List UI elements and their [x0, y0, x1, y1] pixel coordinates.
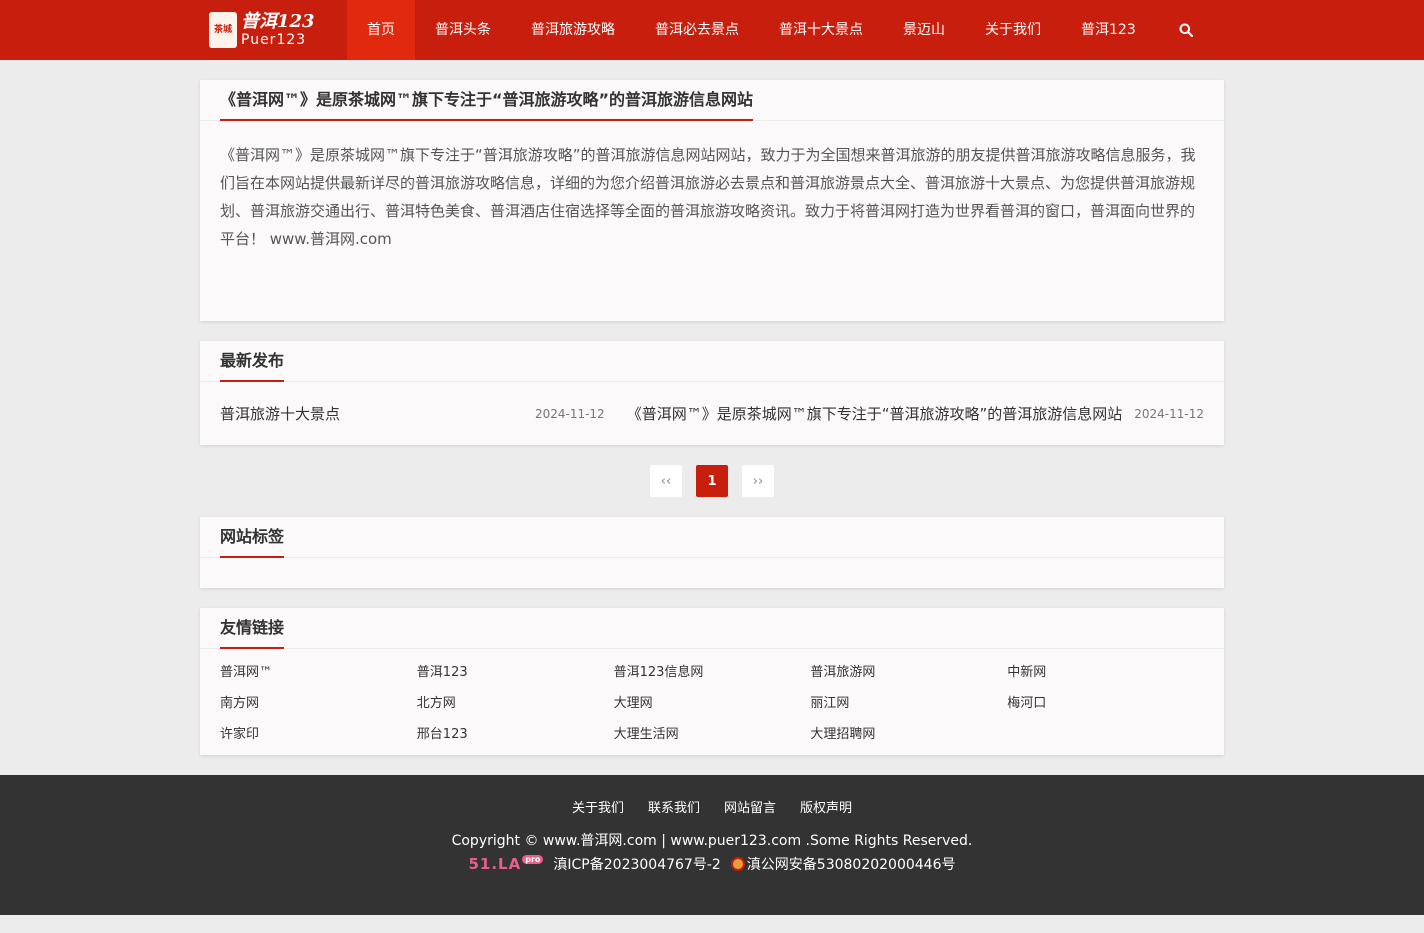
friend-link[interactable]: 丽江网 — [810, 694, 1007, 714]
friend-link[interactable]: 南方网 — [220, 694, 417, 714]
site-logo[interactable]: 茶城 普洱123 Puer123 — [209, 0, 339, 60]
intro-card: 《普洱网™》是原茶城网™旗下专注于“普洱旅游攻略”的普洱旅游信息网站 《普洱网™… — [200, 80, 1224, 321]
friend-link[interactable]: 普洱123信息网 — [614, 663, 811, 683]
tags-card: 网站标签 — [200, 517, 1224, 588]
stats-badge-icon[interactable]: 51.LA pro — [468, 854, 544, 873]
police-record-text: 滇公网安备53080202000446号 — [746, 857, 956, 873]
footer-link-about[interactable]: 关于我们 — [572, 797, 624, 816]
main-content: 《普洱网™》是原茶城网™旗下专注于“普洱旅游攻略”的普洱旅游信息网站 《普洱网™… — [200, 80, 1224, 755]
latest-item-date: 2024-11-12 — [534, 406, 605, 421]
friend-link[interactable]: 北方网 — [417, 694, 614, 714]
police-record-link[interactable]: 滇公网安备53080202000446号 — [730, 854, 956, 874]
friend-link[interactable]: 普洱旅游网 — [810, 663, 1007, 683]
icp-link[interactable]: 滇ICP备2023004767号-2 — [553, 854, 720, 874]
friend-link[interactable]: 邢台123 — [417, 725, 614, 745]
site-footer: 关于我们 联系我们 网站留言 版权声明 Copyright © www.普洱网.… — [0, 775, 1424, 915]
nav-item-travel-guide[interactable]: 普洱旅游攻略 — [511, 0, 635, 60]
intro-title[interactable]: 《普洱网™》是原茶城网™旗下专注于“普洱旅游攻略”的普洱旅游信息网站 — [220, 80, 754, 121]
tags-title: 网站标签 — [220, 517, 285, 558]
footer-link-contact[interactable]: 联系我们 — [648, 797, 700, 816]
beian-row: 51.LA pro 滇ICP备2023004767号-2 滇公网安备5308020… — [0, 854, 1424, 874]
latest-title: 最新发布 — [220, 341, 285, 382]
intro-body: 《普洱网™》是原茶城网™旗下专注于“普洱旅游攻略”的普洱旅游信息网站网站，致力于… — [220, 146, 1196, 248]
next-page-button[interactable]: ›› — [742, 465, 774, 497]
nav-item-top-ten[interactable]: 普洱十大景点 — [759, 0, 883, 60]
friend-link[interactable]: 梅河口 — [1007, 694, 1204, 714]
latest-item-title[interactable]: 《普洱网™》是原茶城网™旗下专注于“普洱旅游攻略”的普洱旅游信息网站 — [627, 403, 1123, 424]
friend-link[interactable]: 中新网 — [1007, 663, 1204, 683]
nav-item-about[interactable]: 关于我们 — [965, 0, 1061, 60]
nav-item-puer123[interactable]: 普洱123 — [1061, 0, 1156, 60]
search-icon[interactable] — [1156, 0, 1216, 60]
current-page-button[interactable]: 1 — [696, 465, 728, 497]
site-header: 茶城 普洱123 Puer123 首页 普洱头条 普洱旅游攻略 普洱必去景点 普… — [0, 0, 1424, 60]
prev-page-button[interactable]: ‹‹ — [650, 465, 682, 497]
nav-item-jingmai[interactable]: 景迈山 — [883, 0, 965, 60]
links-title: 友情链接 — [220, 608, 285, 649]
friend-link[interactable]: 大理生活网 — [614, 725, 811, 745]
latest-list: 普洱旅游十大景点 2024-11-12 《普洱网™》是原茶城网™旗下专注于“普洱… — [200, 382, 1224, 445]
list-item[interactable]: 普洱旅游十大景点 2024-11-12 — [220, 403, 605, 424]
friend-link[interactable]: 许家印 — [220, 725, 417, 745]
footer-link-copyright[interactable]: 版权声明 — [800, 797, 852, 816]
list-item[interactable]: 《普洱网™》是原茶城网™旗下专注于“普洱旅游攻略”的普洱旅游信息网站 2024-… — [627, 403, 1204, 424]
friend-link[interactable]: 大理网 — [614, 694, 811, 714]
copyright-text: Copyright © www.普洱网.com | www.puer123.co… — [451, 833, 973, 849]
pagination: ‹‹ 1 ›› — [200, 465, 1224, 497]
latest-item-date: 2024-11-12 — [1134, 406, 1204, 421]
nav-item-must-see[interactable]: 普洱必去景点 — [635, 0, 759, 60]
logo-subtitle: Puer123 — [241, 32, 307, 48]
friend-link[interactable]: 普洱123 — [417, 663, 614, 683]
logo-title: 普洱123 — [241, 11, 315, 32]
nav-item-home[interactable]: 首页 — [347, 0, 415, 60]
latest-card: 最新发布 普洱旅游十大景点 2024-11-12 《普洱网™》是原茶城网™旗下专… — [200, 341, 1224, 445]
police-badge-icon — [730, 857, 745, 871]
friend-link[interactable]: 普洱网™ — [220, 663, 417, 683]
main-nav: 首页 普洱头条 普洱旅游攻略 普洱必去景点 普洱十大景点 景迈山 关于我们 普洱… — [347, 0, 1156, 60]
links-card: 友情链接 普洱网™ 普洱123 普洱123信息网 普洱旅游网 中新网 南方网 北… — [200, 608, 1224, 755]
logo-seal-icon: 茶城 — [209, 12, 237, 48]
friend-links: 普洱网™ 普洱123 普洱123信息网 普洱旅游网 中新网 南方网 北方网 大理… — [200, 649, 1224, 755]
latest-item-title[interactable]: 普洱旅游十大景点 — [220, 403, 523, 424]
nav-item-headlines[interactable]: 普洱头条 — [415, 0, 511, 60]
footer-link-message[interactable]: 网站留言 — [724, 797, 776, 816]
footer-nav: 关于我们 联系我们 网站留言 版权声明 — [0, 797, 1424, 816]
tags-body — [200, 558, 1224, 588]
friend-link[interactable]: 大理招聘网 — [810, 725, 1007, 745]
